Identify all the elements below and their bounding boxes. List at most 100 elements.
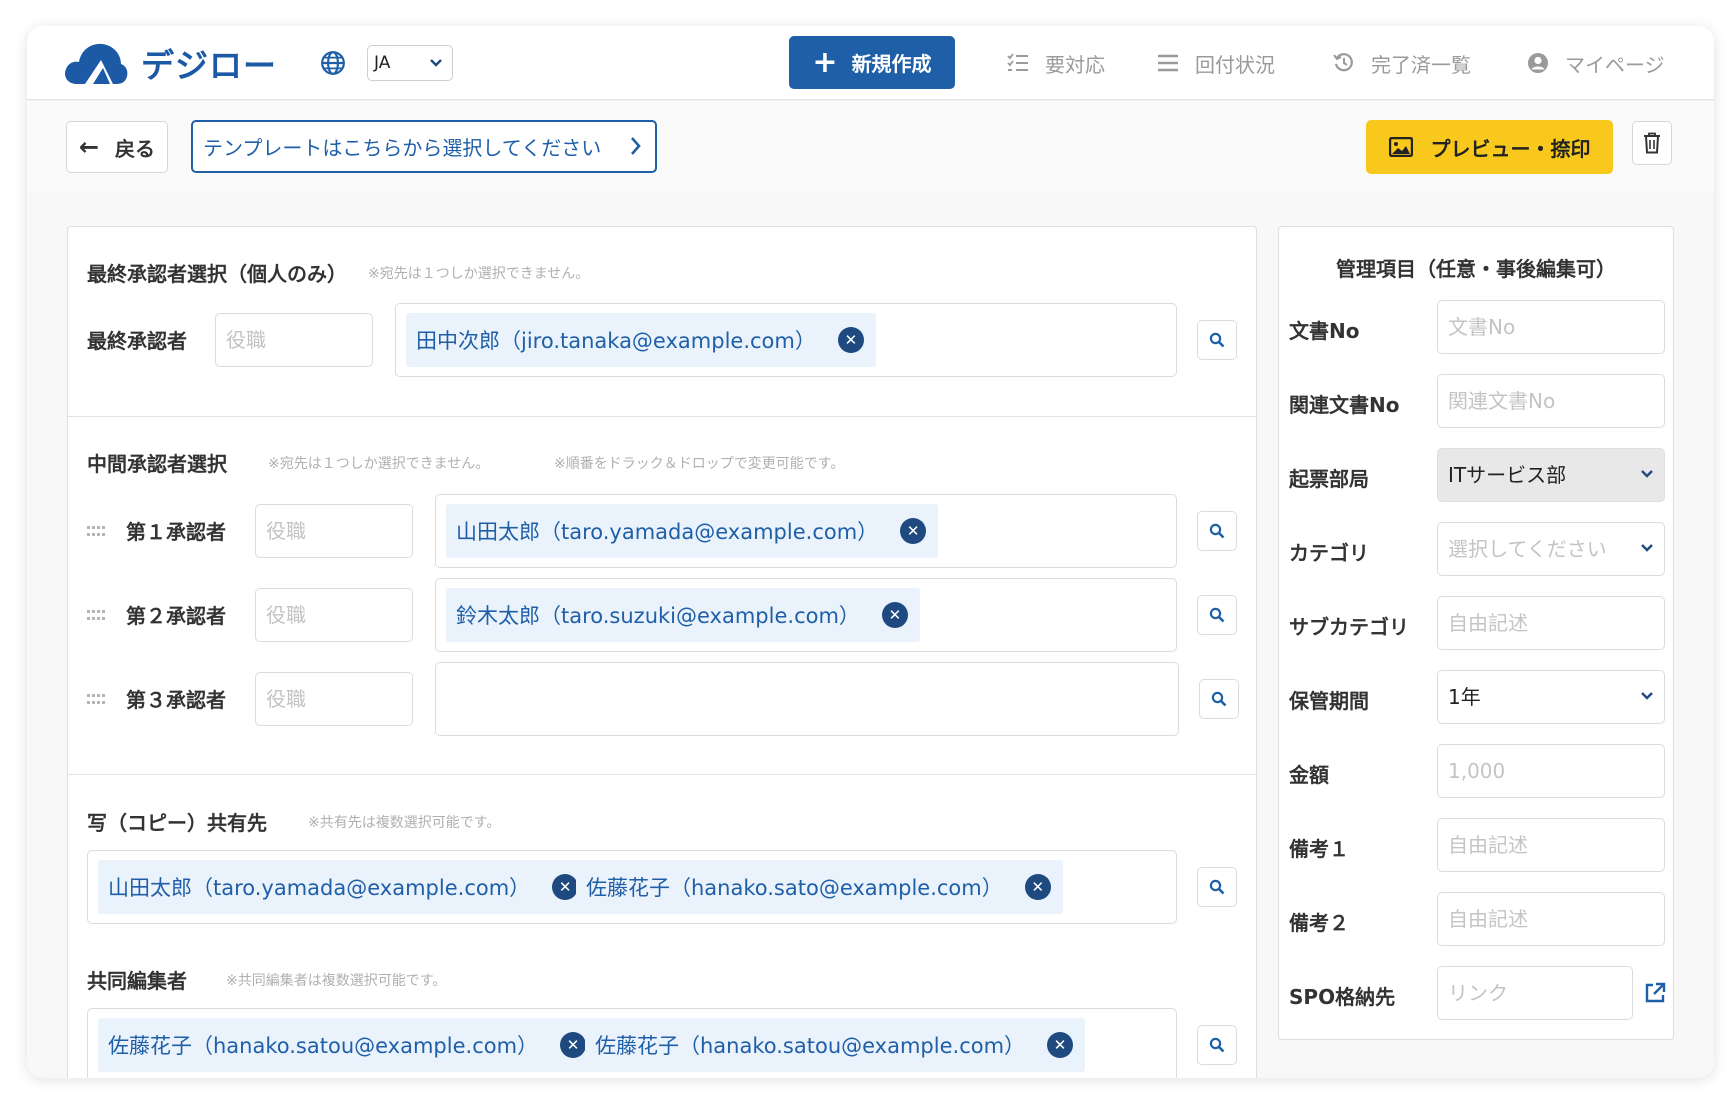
user-icon xyxy=(1528,53,1548,73)
chip-remove-icon[interactable]: ✕ xyxy=(1047,1032,1074,1058)
final-approver-search-button[interactable] xyxy=(1197,320,1237,360)
approver-1-search-button[interactable] xyxy=(1197,511,1237,551)
language-select[interactable]: JA xyxy=(367,45,453,81)
chevron-down-icon xyxy=(1641,470,1653,478)
chip-label: 佐藤花子（hanako.satou@example.com） xyxy=(108,1034,539,1058)
chip-remove-icon[interactable]: ✕ xyxy=(837,327,864,353)
final-approver-label: 最終承認者 xyxy=(87,329,187,353)
chevron-down-icon xyxy=(1641,544,1653,552)
external-link-icon[interactable] xyxy=(1644,982,1666,1004)
doc-no-input[interactable]: 文書No xyxy=(1437,300,1665,354)
remarks-2-label: 備考２ xyxy=(1289,911,1349,935)
drag-handle-icon[interactable] xyxy=(87,526,105,538)
search-icon xyxy=(1209,1037,1225,1053)
category-placeholder: 選択してください xyxy=(1448,537,1607,561)
final-approver-note: ※宛先は１つしか選択できません。 xyxy=(368,266,590,282)
approver-2-chip-box[interactable]: 鈴木太郎（taro.suzuki@example.com） ✕ xyxy=(435,578,1177,652)
search-icon xyxy=(1209,332,1225,348)
search-icon xyxy=(1209,879,1225,895)
search-icon xyxy=(1211,691,1227,707)
retention-label: 保管期間 xyxy=(1289,689,1369,713)
nav-todo-label: 要対応 xyxy=(1045,52,1105,77)
history-icon xyxy=(1333,53,1353,72)
remarks-1-label: 備考１ xyxy=(1289,837,1349,861)
related-doc-no-input[interactable]: 関連文書No xyxy=(1437,374,1665,428)
chip-remove-icon[interactable]: ✕ xyxy=(881,602,908,628)
doc-no-label: 文書No xyxy=(1289,319,1360,343)
copy-recipients-search-button[interactable] xyxy=(1197,867,1237,907)
nav-status-label: 回付状況 xyxy=(1195,52,1275,77)
spo-location-label: SPO格納先 xyxy=(1289,985,1396,1009)
approver-1-role-input[interactable]: 役職 xyxy=(255,504,413,558)
approver-3-chip-box[interactable] xyxy=(435,662,1179,736)
chip-label: 鈴木太郎（taro.suzuki@example.com） xyxy=(456,604,860,628)
top-header: デジロー JA + 新規作成 要対応 回付状況 完了済一覧 マイページ xyxy=(27,26,1714,100)
chip-label: 田中次郎（jiro.tanaka@example.com） xyxy=(416,329,816,353)
chip-remove-icon[interactable]: ✕ xyxy=(1024,874,1051,900)
back-button[interactable]: ← 戻る xyxy=(66,121,168,173)
image-icon xyxy=(1388,137,1413,157)
nav-todo[interactable]: 要対応 xyxy=(1007,48,1105,78)
template-select-button[interactable]: テンプレートはこちらから選択してください xyxy=(191,120,657,173)
recipient-chip: 佐藤花子（hanako.satou@example.com） ✕ xyxy=(585,1018,1086,1072)
chevron-right-icon xyxy=(631,137,641,155)
amount-input[interactable]: 1,000 xyxy=(1437,744,1665,798)
co-editors-title: 共同編集者 xyxy=(87,969,187,993)
subcategory-input[interactable]: 自由記述 xyxy=(1437,596,1665,650)
delete-button[interactable] xyxy=(1632,121,1672,165)
final-approver-chip-box[interactable]: 田中次郎（jiro.tanaka@example.com） ✕ xyxy=(395,303,1177,377)
chevron-down-icon xyxy=(1641,692,1653,700)
remarks-1-input[interactable]: 自由記述 xyxy=(1437,818,1665,872)
nav-completed[interactable]: 完了済一覧 xyxy=(1333,48,1471,78)
chip-label: 佐藤花子（hanako.sato@example.com） xyxy=(586,876,1003,900)
copy-recipients-chip-box[interactable]: 山田太郎（taro.yamada@example.com） ✕ 佐藤花子（han… xyxy=(87,850,1177,924)
chip-remove-icon[interactable]: ✕ xyxy=(900,518,927,544)
final-approver-role-input[interactable]: 役職 xyxy=(215,313,373,367)
approver-2-role-input[interactable]: 役職 xyxy=(255,588,413,642)
approver-1-label: 第１承認者 xyxy=(126,520,226,544)
new-document-button[interactable]: + 新規作成 xyxy=(789,36,955,89)
department-value: ITサービス部 xyxy=(1448,463,1567,487)
drag-handle-icon[interactable] xyxy=(87,610,105,622)
app-window: デジロー JA + 新規作成 要対応 回付状況 完了済一覧 マイページ ← 戻る… xyxy=(27,26,1714,1078)
spo-link-input[interactable]: リンク xyxy=(1437,966,1633,1020)
approver-3-role-input[interactable]: 役職 xyxy=(255,672,413,726)
nav-status[interactable]: 回付状況 xyxy=(1157,48,1275,78)
section-divider xyxy=(68,774,1256,775)
middle-approver-order-note: ※順番をドラック＆ドロップで変更可能です。 xyxy=(554,456,845,472)
co-editors-chip-box[interactable]: 佐藤花子（hanako.satou@example.com） ✕ 佐藤花子（ha… xyxy=(87,1008,1177,1078)
chip-label: 山田太郎（taro.yamada@example.com） xyxy=(456,520,879,544)
department-select[interactable]: ITサービス部 xyxy=(1437,448,1665,502)
retention-select[interactable]: 1年 xyxy=(1437,670,1665,724)
chip-remove-icon[interactable]: ✕ xyxy=(560,1032,587,1058)
retention-value: 1年 xyxy=(1448,685,1481,709)
back-label: 戻る xyxy=(115,136,156,161)
management-panel: 管理項目（任意・事後編集可） 文書No 文書No 関連文書No 関連文書No 起… xyxy=(1278,226,1674,1040)
arrow-left-icon: ← xyxy=(78,133,100,161)
approver-3-search-button[interactable] xyxy=(1199,679,1239,719)
plus-icon: + xyxy=(812,44,838,80)
approver-1-chip-box[interactable]: 山田太郎（taro.yamada@example.com） ✕ xyxy=(435,494,1177,568)
globe-icon xyxy=(321,51,345,75)
drag-handle-icon[interactable] xyxy=(87,694,105,706)
trash-icon xyxy=(1644,132,1660,154)
chip-remove-icon[interactable]: ✕ xyxy=(552,874,579,900)
action-toolbar: ← 戻る テンプレートはこちらから選択してください プレビュー・捺印 xyxy=(27,101,1714,191)
logo[interactable]: デジロー xyxy=(63,38,277,88)
amount-label: 金額 xyxy=(1289,763,1329,787)
preview-stamp-label: プレビュー・捺印 xyxy=(1430,136,1591,161)
related-doc-no-label: 関連文書No xyxy=(1289,393,1400,417)
approver-2-label: 第２承認者 xyxy=(126,604,226,628)
template-label: テンプレートはこちらから選択してください xyxy=(203,136,602,160)
nav-mypage[interactable]: マイページ xyxy=(1527,48,1665,78)
preview-stamp-button[interactable]: プレビュー・捺印 xyxy=(1366,120,1613,174)
co-editors-search-button[interactable] xyxy=(1197,1025,1237,1065)
remarks-2-input[interactable]: 自由記述 xyxy=(1437,892,1665,946)
category-select[interactable]: 選択してください xyxy=(1437,522,1665,576)
recipient-chip: 山田太郎（taro.yamada@example.com） ✕ xyxy=(446,504,939,558)
list-icon xyxy=(1158,54,1178,72)
approver-2-search-button[interactable] xyxy=(1197,595,1237,635)
middle-approver-title: 中間承認者選択 xyxy=(87,452,227,476)
management-title: 管理項目（任意・事後編集可） xyxy=(1336,257,1616,281)
cloud-logo-icon xyxy=(65,43,128,84)
